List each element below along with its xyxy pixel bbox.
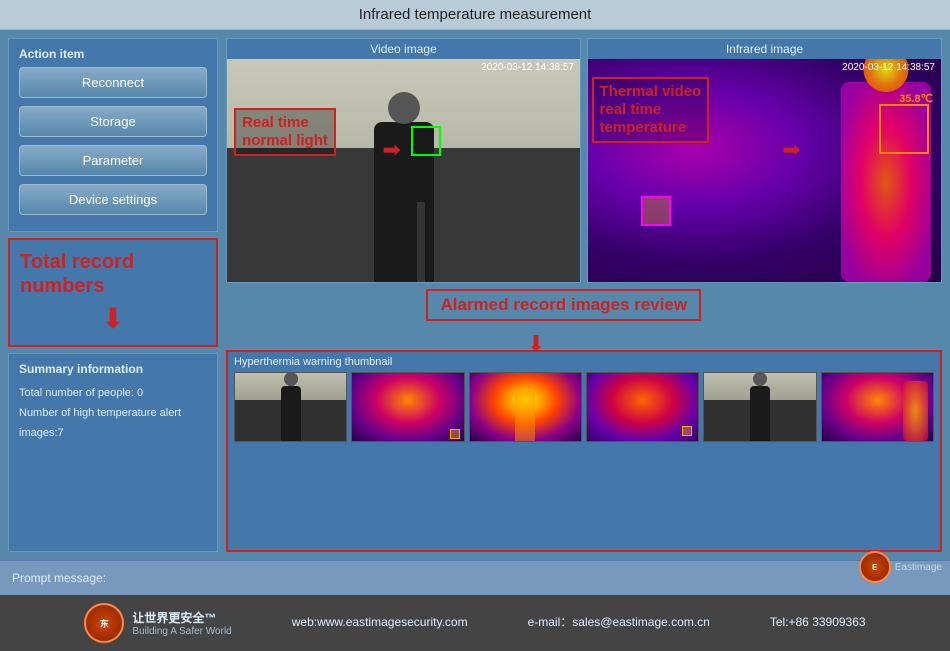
action-label: Action item [19, 47, 207, 61]
footer: 东 让世界更安全™ Building A Safer World web:www… [0, 595, 950, 651]
prompt-label: Prompt message: [12, 571, 106, 585]
video-content-infrared: 2020-03-12 14:38:57 35.8℃ Thermal videor… [588, 59, 941, 282]
temp-value: 35.8℃ [899, 92, 933, 105]
thermal-annotation-arrow: ➡ [782, 137, 800, 163]
timestamp2: 2020-03-12 14:38:57 [842, 62, 935, 73]
thumb-row [234, 372, 934, 442]
footer-logo: 东 让世界更安全™ Building A Safer World [84, 603, 231, 643]
watermark-area: E Eastimage [859, 551, 942, 583]
thumb-item-5[interactable] [703, 372, 816, 442]
video-label: Video image [227, 39, 580, 59]
video-content-normal: 2020-03-12 14:38:57 Real timenormal ligh… [227, 59, 580, 282]
prompt-bar: Prompt message: E Eastimage [0, 560, 950, 595]
watermark-text: Eastimage [895, 562, 942, 573]
thermal-square [641, 196, 671, 226]
record-box: Total record numbers ⬇ [8, 238, 218, 347]
normal-annotation-box: Real timenormal light [234, 108, 336, 156]
footer-brand-text: 让世界更安全™ Building A Safer World [132, 609, 231, 637]
device-settings-button[interactable]: Device settings [19, 184, 207, 215]
brand-sub: Building A Safer World [132, 626, 231, 637]
left-panel: Action item Reconnect Storage Parameter … [8, 38, 218, 552]
footer-email: e-mail：sales@eastimage.com.cn [528, 612, 710, 634]
face-detection-box [411, 126, 441, 156]
video-section-normal: Video image 2020-03-12 14:38:57 Real tim… [226, 38, 581, 283]
action-item-box: Action item Reconnect Storage Parameter … [8, 38, 218, 232]
alarmed-arrow: ⬇ [527, 331, 545, 357]
summary-box: Summary information Total number of peop… [8, 353, 218, 552]
watermark-logo: E [859, 551, 891, 583]
normal-annotation-text: Real timenormal light [242, 114, 328, 150]
normal-annotation-arrow: ➡ [382, 137, 400, 163]
thumbnail-section: Hyperthermia warning thumbnail [226, 350, 942, 552]
summary-alert: Number of high temperature alert images:… [19, 404, 207, 444]
summary-label: Summary information [19, 362, 207, 376]
main-area: Action item Reconnect Storage Parameter … [0, 30, 950, 560]
right-panel: Video image 2020-03-12 14:38:57 Real tim… [226, 38, 942, 552]
reconnect-button[interactable]: Reconnect [19, 67, 207, 98]
record-arrow: ⬇ [20, 302, 206, 335]
logo-icon: 东 [84, 603, 124, 643]
record-label: Total record numbers [20, 250, 206, 298]
parameter-button[interactable]: Parameter [19, 145, 207, 176]
footer-tel: Tel:+86 33909363 [770, 612, 866, 634]
thumb-item-6[interactable] [821, 372, 934, 442]
cam-head [388, 92, 420, 124]
thumb-item-4[interactable] [586, 372, 699, 442]
app-title: Infrared temperature measurement [359, 6, 592, 23]
alarmed-box: Alarmed record images review [426, 289, 701, 321]
title-bar: Infrared temperature measurement [0, 0, 950, 30]
storage-button[interactable]: Storage [19, 106, 207, 137]
thermal-face-box [879, 104, 929, 154]
alarmed-area: Alarmed record images review ⬇ [226, 289, 942, 344]
brand-name: 让世界更安全™ [132, 609, 231, 626]
video-row: Video image 2020-03-12 14:38:57 Real tim… [226, 38, 942, 283]
thermal-annotation-text: Thermal videoreal timetemperature [600, 83, 702, 137]
thumb-item-3[interactable] [469, 372, 582, 442]
timestamp1: 2020-03-12 14:38:57 [481, 62, 574, 73]
thermal-annotation-box: Thermal videoreal timetemperature [592, 77, 710, 143]
cam-tripod [417, 202, 425, 282]
footer-web: web:www.eastimagesecurity.com [292, 612, 468, 634]
infrared-label: Infrared image [588, 39, 941, 59]
alarmed-text: Alarmed record images review [440, 295, 687, 315]
summary-people: Total number of people: 0 [19, 384, 207, 404]
video-section-infrared: Infrared image 2020-03-12 14:38:57 35.8℃… [587, 38, 942, 283]
thumb-item-1[interactable] [234, 372, 347, 442]
thumb-item-2[interactable] [351, 372, 464, 442]
cam-image [227, 59, 580, 282]
thumb-label: Hyperthermia warning thumbnail [234, 356, 934, 368]
